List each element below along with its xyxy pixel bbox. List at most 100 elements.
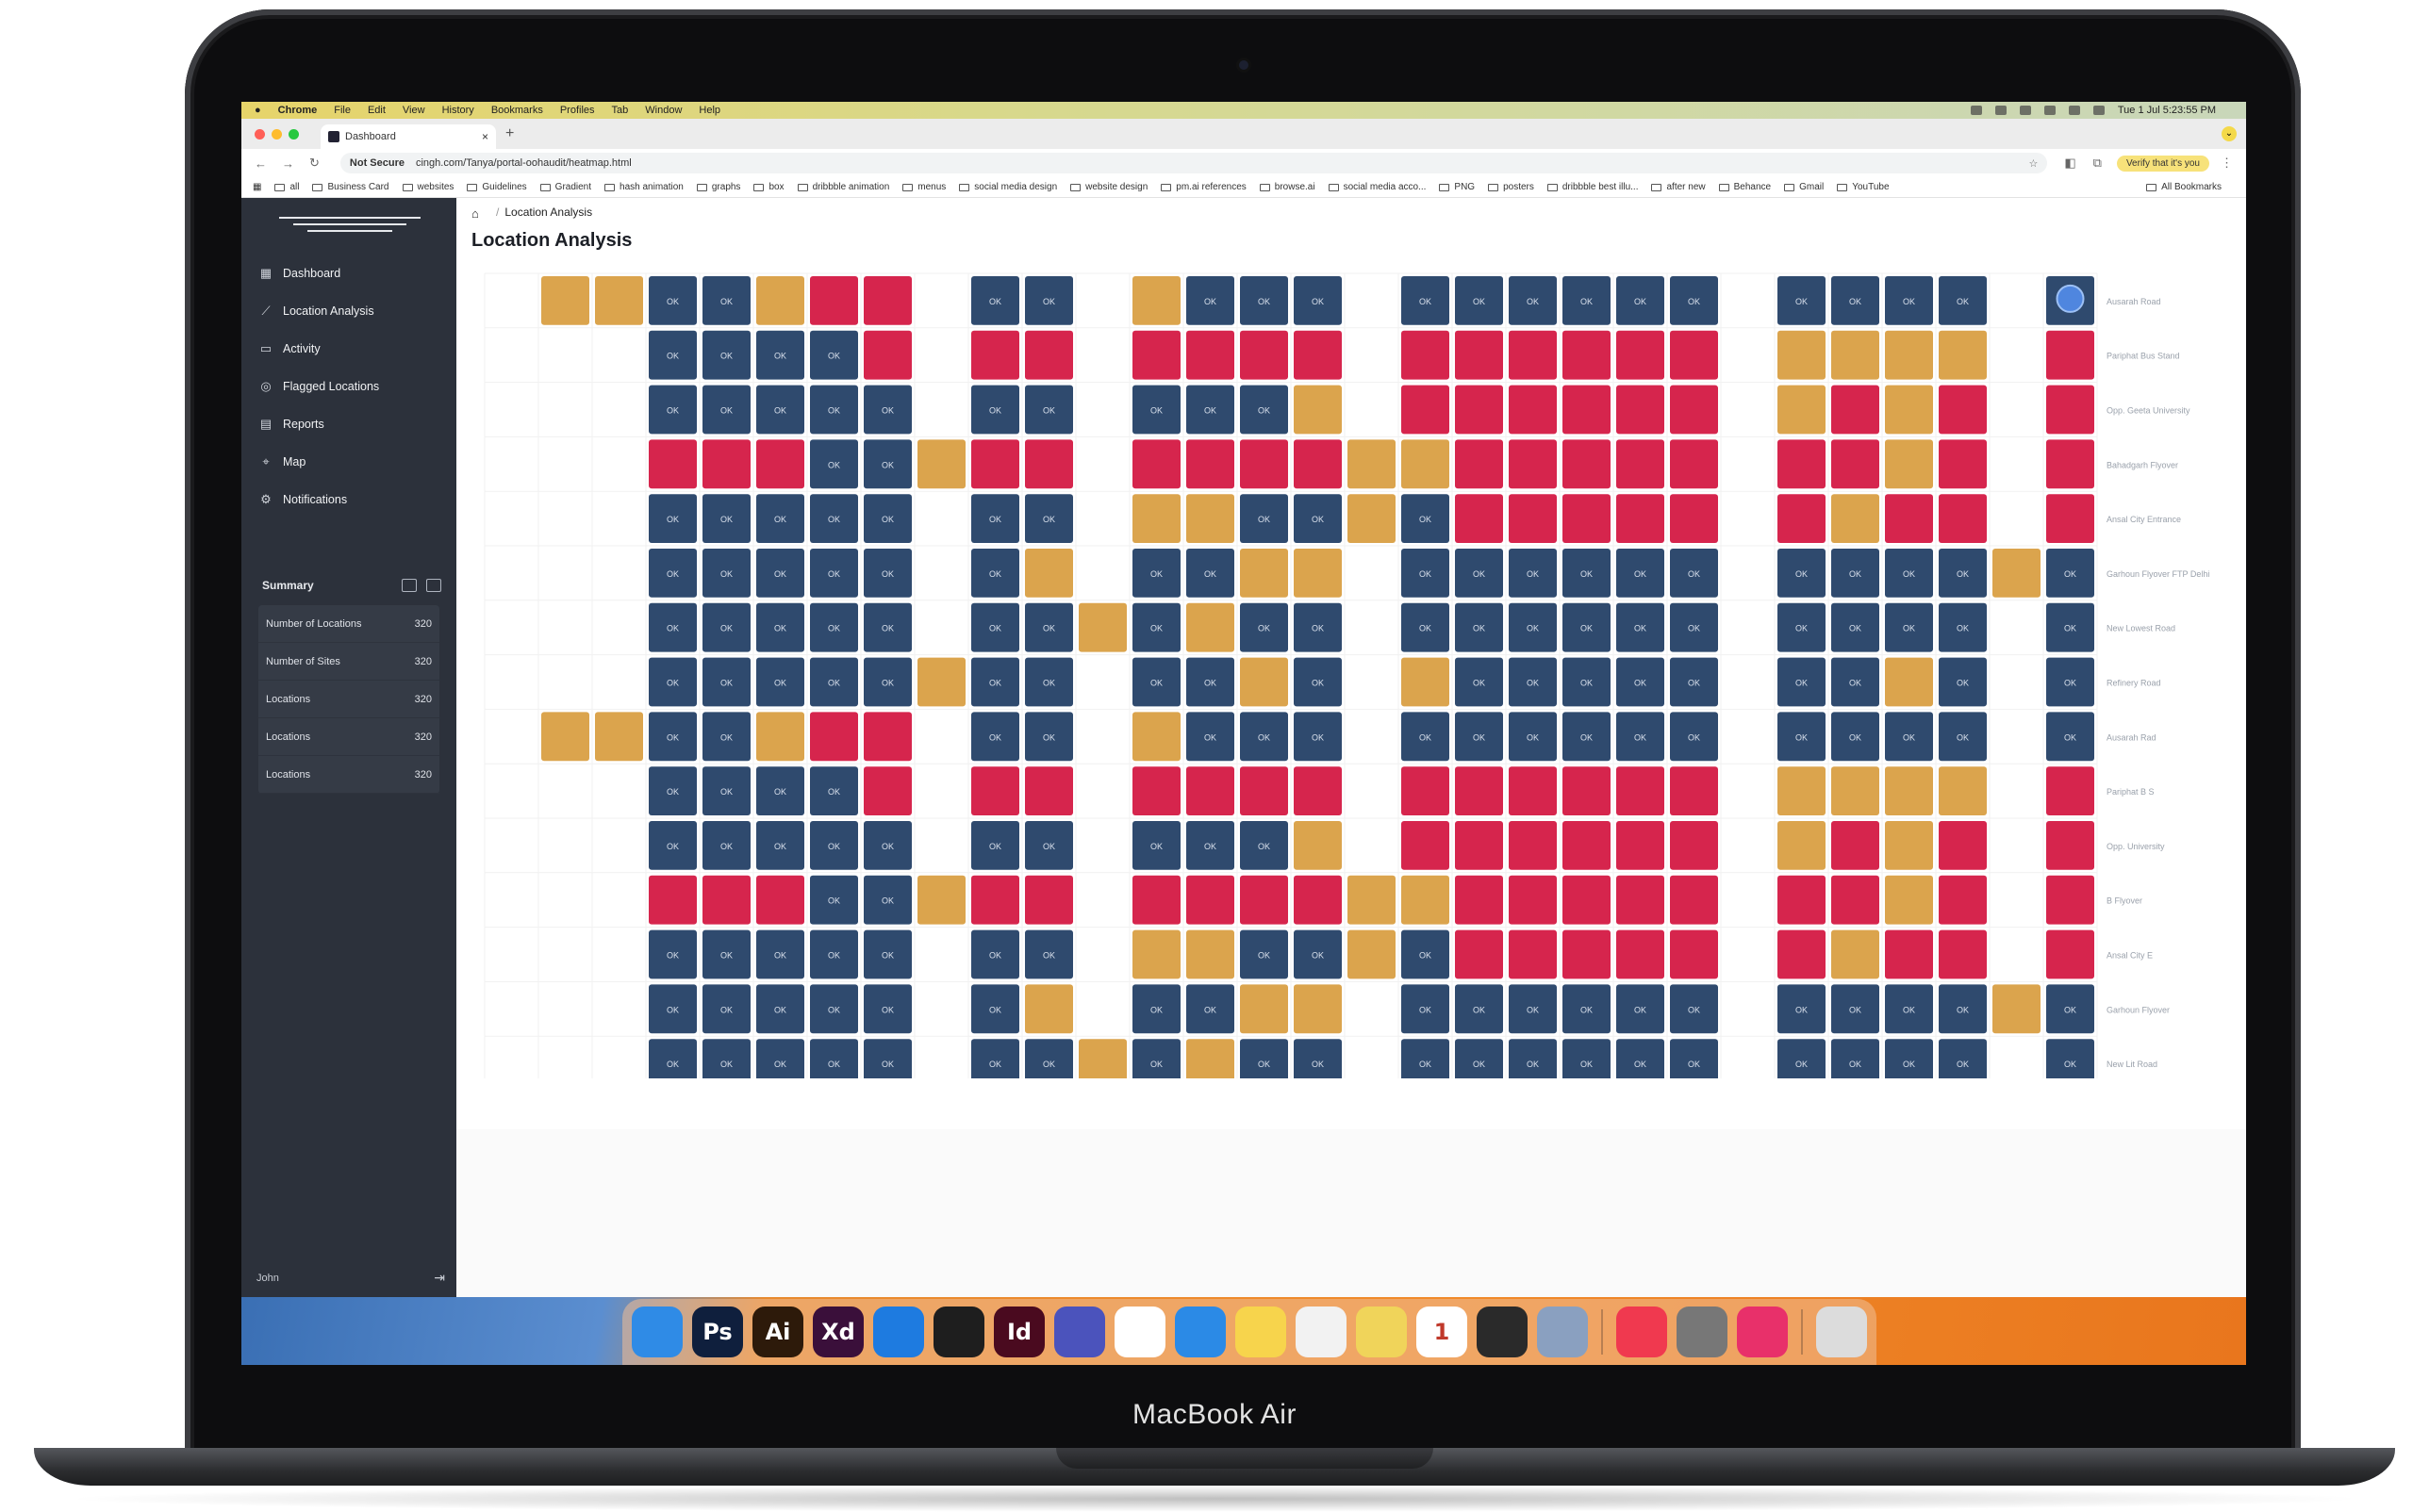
heatmap-cell[interactable] <box>1025 330 1073 380</box>
heatmap-cell[interactable] <box>1777 385 1826 435</box>
heatmap-cell[interactable] <box>1025 439 1073 489</box>
forward-icon[interactable]: → <box>282 156 294 171</box>
menu-edit[interactable]: Edit <box>368 105 386 116</box>
heatmap-cell[interactable] <box>971 875 1019 925</box>
summary-row[interactable]: Locations 320 <box>258 681 439 718</box>
heatmap-cell[interactable] <box>1939 494 1987 543</box>
bookmark-item[interactable]: social media acco... <box>1328 182 1426 192</box>
heatmap-cell[interactable] <box>1186 602 1234 652</box>
heatmap-cell[interactable] <box>756 1039 804 1078</box>
brand-logo[interactable] <box>279 217 421 239</box>
heatmap-cell[interactable] <box>1562 1039 1611 1078</box>
menu-window[interactable]: Window <box>645 105 682 116</box>
heatmap-cell[interactable] <box>1616 821 1664 870</box>
bookmark-item[interactable]: Behance <box>1718 182 1771 192</box>
heatmap-cell[interactable] <box>1240 984 1288 1034</box>
sidebar-item-activity[interactable]: ▭ Activity <box>258 337 321 360</box>
puzzle-icon[interactable]: ⧉ <box>2093 156 2102 171</box>
bookmark-item[interactable]: graphs <box>696 182 740 192</box>
heatmap-cell[interactable] <box>1240 439 1288 489</box>
heatmap-cell[interactable] <box>1616 494 1664 543</box>
safari-icon[interactable] <box>1175 1307 1226 1357</box>
heatmap-cell[interactable] <box>1509 766 1557 815</box>
heatmap-cell[interactable] <box>1616 439 1664 489</box>
heatmap-cell[interactable] <box>1562 330 1611 380</box>
heatmap-cell[interactable] <box>2046 385 2094 435</box>
bookmark-item[interactable]: social media design <box>959 182 1057 192</box>
heatmap-cell[interactable] <box>1831 766 1879 815</box>
trash-icon[interactable] <box>1816 1307 1867 1357</box>
heatmap-cell[interactable] <box>810 712 858 762</box>
heatmap-cell[interactable] <box>1294 875 1342 925</box>
heatmap-cell[interactable] <box>1186 330 1234 380</box>
heatmap-cell[interactable] <box>1240 1039 1288 1078</box>
heatmap-cell[interactable] <box>1616 929 1664 979</box>
heatmap-cell[interactable] <box>1455 439 1503 489</box>
heatmap-cell[interactable] <box>1347 494 1396 543</box>
address-bar[interactable]: Not Secure cingh.com/Tanya/portal-oohaud… <box>339 153 2048 173</box>
bookmark-item[interactable]: YouTube <box>1837 182 1890 192</box>
summary-row[interactable]: Number of Sites 320 <box>258 643 439 681</box>
heatmap-cell[interactable] <box>756 276 804 325</box>
heatmap-cell[interactable] <box>1939 1039 1987 1078</box>
bookmark-item[interactable]: Gradient <box>539 182 591 192</box>
heatmap-cell[interactable] <box>1670 385 1718 435</box>
heatmap-cell[interactable] <box>971 766 1019 815</box>
heatmap-cell[interactable] <box>1509 439 1557 489</box>
heatmap-cell[interactable] <box>702 875 751 925</box>
heatmap-cell[interactable] <box>1885 1039 1933 1078</box>
heatmap-cell[interactable] <box>1509 1039 1557 1078</box>
heatmap-cell[interactable] <box>1025 984 1073 1034</box>
close-window-button[interactable] <box>255 128 265 140</box>
heatmap-cell[interactable] <box>1401 657 1449 707</box>
heatmap-cell[interactable] <box>1562 766 1611 815</box>
heatmap-cell[interactable] <box>1777 821 1826 870</box>
heatmap-cell[interactable] <box>1939 821 1987 870</box>
heatmap-cell[interactable] <box>2046 330 2094 380</box>
heatmap-cell[interactable] <box>864 276 912 325</box>
heatmap-cell[interactable] <box>1509 875 1557 925</box>
heatmap-cell[interactable] <box>1777 929 1826 979</box>
heatmap-cell[interactable] <box>1777 1039 1826 1078</box>
heatmap-cell[interactable] <box>1777 494 1826 543</box>
music-icon[interactable] <box>1616 1307 1667 1357</box>
heatmap-cell[interactable] <box>1132 1039 1181 1078</box>
heatmap-cell[interactable] <box>971 1039 1019 1078</box>
heatmap-cell[interactable] <box>1616 385 1664 435</box>
heatmap-cell[interactable] <box>864 712 912 762</box>
bookmark-item[interactable]: hash animation <box>604 182 684 192</box>
heatmap-cell[interactable] <box>1777 330 1826 380</box>
heatmap-cell[interactable] <box>1294 766 1342 815</box>
heatmap-cell[interactable] <box>702 439 751 489</box>
heatmap-cell[interactable] <box>1562 821 1611 870</box>
search-icon[interactable] <box>2068 106 2080 115</box>
teams-icon[interactable] <box>1054 1307 1105 1357</box>
menu-file[interactable]: File <box>334 105 351 116</box>
heatmap-cell[interactable] <box>1294 984 1342 1034</box>
heatmap-cell[interactable] <box>1831 385 1879 435</box>
heatmap-cell[interactable] <box>595 712 643 762</box>
heatmap-cell[interactable] <box>2046 494 2094 543</box>
calculator-icon[interactable] <box>1477 1307 1528 1357</box>
heatmap-cell[interactable] <box>1132 330 1181 380</box>
xd-icon[interactable]: Xd <box>813 1307 864 1357</box>
summary-row[interactable]: Locations 320 <box>258 756 439 794</box>
new-tab-icon[interactable]: + <box>505 125 514 142</box>
heatmap-cell[interactable] <box>1509 929 1557 979</box>
heatmap-cell[interactable] <box>1939 875 1987 925</box>
menu-bookmarks[interactable]: Bookmarks <box>491 105 543 116</box>
illustrator-icon[interactable]: Ai <box>752 1307 803 1357</box>
heatmap-cell[interactable] <box>1992 549 2041 598</box>
menu-tab[interactable]: Tab <box>612 105 629 116</box>
heatmap-cell[interactable] <box>1885 821 1933 870</box>
heatmap-cell[interactable] <box>1186 875 1234 925</box>
heatmap-cell[interactable] <box>1025 875 1073 925</box>
heatmap-cell[interactable] <box>1186 929 1234 979</box>
menu-help[interactable]: Help <box>699 105 720 116</box>
font-book-icon[interactable] <box>1677 1307 1727 1357</box>
heatmap-cell[interactable] <box>1670 929 1718 979</box>
heatmap-cell[interactable] <box>1132 276 1181 325</box>
heatmap-cell[interactable] <box>1401 439 1449 489</box>
summary-row[interactable]: Locations 320 <box>258 718 439 756</box>
heatmap-cell[interactable] <box>1670 330 1718 380</box>
